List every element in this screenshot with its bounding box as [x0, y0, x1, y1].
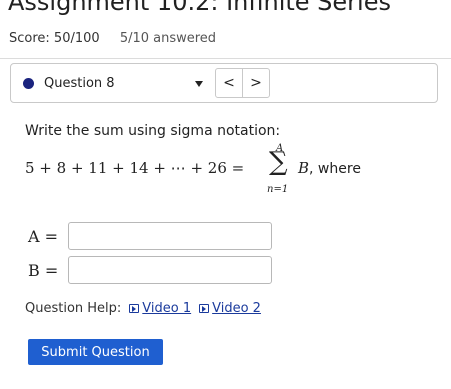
sigma-notation: A ∑ n=1: [266, 143, 292, 197]
field-b-label: B =: [28, 260, 59, 280]
question-body: Write the sum using sigma notation: 5 + …: [0, 101, 451, 389]
field-row-b: B =: [28, 255, 272, 285]
sigma-lower-limit: n=1: [267, 184, 289, 195]
term-variable: B: [298, 159, 310, 177]
play-icon: [129, 304, 140, 313]
next-question-button[interactable]: >: [242, 68, 270, 98]
where-text: , where: [309, 161, 361, 177]
video-1-label: Video 1: [142, 301, 192, 316]
help-label: Question Help:: [25, 301, 122, 316]
page-title: Assignment 10.2: Infinite Series: [8, 0, 391, 16]
answer-a-input[interactable]: [68, 222, 272, 250]
question-select[interactable]: Question 8: [14, 68, 210, 98]
field-a-label: A =: [28, 226, 59, 246]
caret-down-icon: [195, 81, 203, 87]
divider: [0, 58, 451, 59]
score-text: Score: 50/100: [9, 31, 100, 46]
previous-question-button[interactable]: <: [215, 68, 243, 98]
status-dot-icon: [23, 77, 34, 89]
submit-question-button[interactable]: Submit Question: [28, 339, 163, 365]
answered-count: 5/10 answered: [119, 31, 217, 46]
video-2-label: Video 2: [212, 301, 261, 316]
score-line: Score: 50/100 5/10 answered: [9, 31, 216, 46]
video-1-link[interactable]: Video 1: [129, 301, 191, 316]
answer-b-input[interactable]: [68, 256, 272, 284]
question-navigation: Question 8 < >: [10, 63, 438, 103]
field-row-a: A =: [28, 221, 272, 251]
sigma-term: B, where: [298, 159, 361, 177]
question-help: Question Help: Video 1 Video 2: [25, 301, 261, 316]
question-select-label: Question 8: [44, 75, 115, 91]
question-prompt: Write the sum using sigma notation:: [25, 123, 281, 139]
series-expression: 5 + 8 + 11 + 14 + ⋯ + 26 =: [25, 159, 245, 177]
video-2-link[interactable]: Video 2: [199, 301, 261, 316]
play-icon: [199, 304, 210, 313]
sigma-icon: ∑: [269, 147, 288, 177]
